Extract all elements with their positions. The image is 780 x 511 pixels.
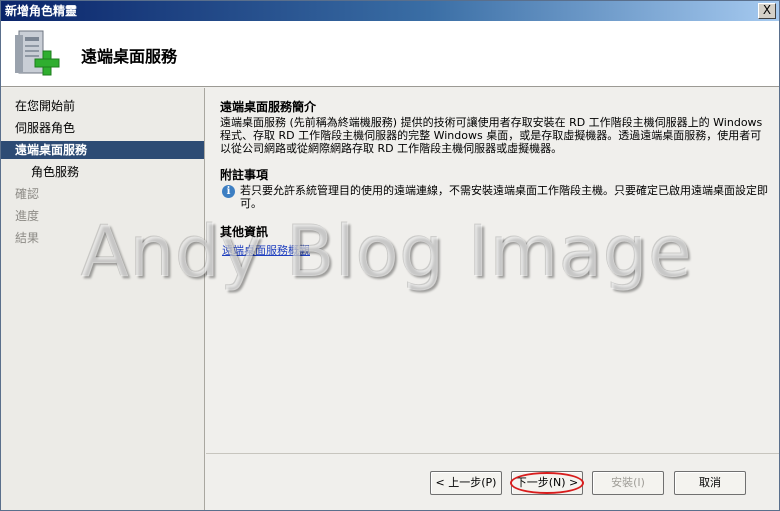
sidebar-item-server-roles[interactable]: 伺服器角色 xyxy=(1,119,204,137)
previous-button[interactable]: < 上一步(P) xyxy=(430,471,502,495)
intro-paragraph: 遠端桌面服務 (先前稱為終端機服務) 提供的技術可讓使用者存取安裝在 RD 工作… xyxy=(220,116,763,155)
notes-heading: 附註事項 xyxy=(220,168,269,182)
note-paragraph: 若只要允許系統管理目的使用的遠端連線，不需安裝遠端桌面工作階段主機。只要確定已啟… xyxy=(240,184,768,210)
next-button-highlight xyxy=(510,472,584,494)
wizard-window: 新增角色精靈 X 遠端桌面服務 在您開始前 伺服器角色 遠端桌面服務 角色服務 … xyxy=(0,0,780,511)
watermark: Andy Blog Image xyxy=(81,211,693,293)
wizard-header: 遠端桌面服務 xyxy=(1,21,779,87)
title-bar: 新增角色精靈 X xyxy=(1,1,779,21)
intro-heading: 遠端桌面服務簡介 xyxy=(220,100,317,114)
sidebar-item-role-services[interactable]: 角色服務 xyxy=(1,163,204,181)
page-title: 遠端桌面服務 xyxy=(81,47,178,66)
wizard-footer: < 上一步(P) 下一步(N) > 安裝(I) 取消 xyxy=(206,453,779,510)
sidebar-item-remote-desktop-services[interactable]: 遠端桌面服務 xyxy=(1,141,204,159)
cancel-button[interactable]: 取消 xyxy=(674,471,746,495)
info-icon: i xyxy=(222,185,235,198)
server-add-icon xyxy=(15,30,60,76)
sidebar-item-before-you-begin[interactable]: 在您開始前 xyxy=(1,97,204,115)
sidebar: 在您開始前 伺服器角色 遠端桌面服務 角色服務 確認 進度 結果 xyxy=(1,88,205,510)
install-button: 安裝(I) xyxy=(592,471,664,495)
close-button[interactable]: X xyxy=(758,3,776,19)
sidebar-item-confirmation: 確認 xyxy=(15,187,40,201)
window-title: 新增角色精靈 xyxy=(5,4,78,18)
